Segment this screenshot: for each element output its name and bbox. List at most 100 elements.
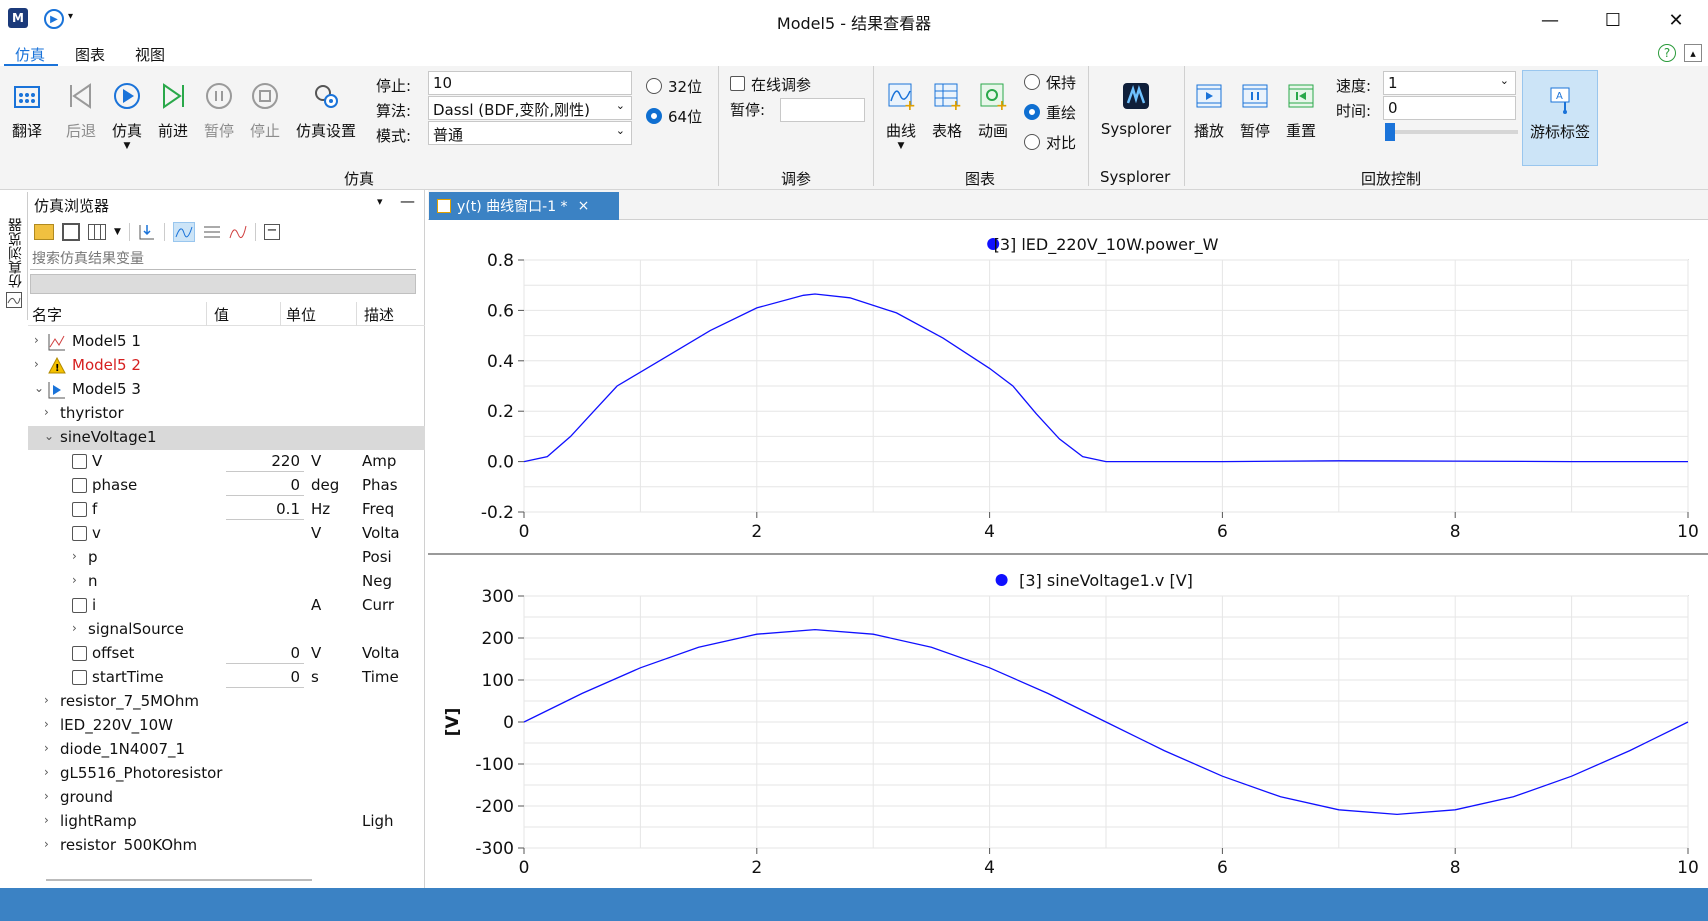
expand-arrow-icon[interactable]: ›	[44, 693, 49, 707]
time-slider-handle[interactable]	[1385, 123, 1395, 141]
online-tune-checkbox[interactable]	[730, 76, 745, 91]
playback-play-button[interactable]: 播放	[1184, 76, 1234, 141]
variable-search-input[interactable]: 搜索仿真结果变量	[30, 246, 416, 270]
tree-row[interactable]: › n Neg	[28, 570, 425, 594]
collapse-ribbon-icon[interactable]: ▴	[1684, 44, 1702, 62]
tree-row[interactable]: › signalSource	[28, 618, 425, 642]
speed-select[interactable]: 1 ⌄	[1383, 71, 1516, 95]
grid-icon[interactable]	[88, 224, 106, 240]
menu-chart[interactable]: 图表	[75, 44, 105, 65]
stop-time-input[interactable]: 10	[428, 71, 632, 95]
tree-row[interactable]: v V Volta	[28, 522, 425, 546]
tree-row[interactable]: › p Posi	[28, 546, 425, 570]
import-chart-icon[interactable]	[138, 223, 156, 241]
col-divider[interactable]	[206, 302, 207, 326]
curve-filter-icon[interactable]	[172, 222, 195, 242]
expand-arrow-icon[interactable]: ›	[44, 789, 49, 803]
variable-checkbox[interactable]	[72, 526, 87, 541]
plot-voltage[interactable]: -300 -200 -100 0 100 200 300 0 2 4 6 8 10 [3] sineVol…	[428, 556, 1708, 888]
tree-row[interactable]: › lightRamp Ligh	[28, 810, 425, 834]
menu-view[interactable]: 视图	[135, 44, 165, 65]
expand-arrow-icon[interactable]: ›	[34, 333, 39, 347]
close-button[interactable]: ✕	[1650, 0, 1702, 40]
tree-row-value[interactable]: 0	[226, 476, 304, 496]
curve-dropdown-icon[interactable]: ▼	[876, 141, 926, 151]
open-folder-icon[interactable]	[34, 224, 54, 240]
panel-menu-icon[interactable]: ▾	[377, 195, 383, 208]
pause-button[interactable]: 暂停	[194, 76, 244, 141]
tree-row[interactable]: › gL5516_Photoresistor	[28, 762, 425, 786]
sysplorer-button[interactable]: Sysplorer	[1096, 76, 1176, 138]
col-desc[interactable]: 描述	[364, 304, 394, 325]
panel-minimize-icon[interactable]: —	[400, 192, 415, 210]
expand-arrow-icon[interactable]: ⌄	[34, 381, 44, 395]
tree-row[interactable]: startTime 0 s Time	[28, 666, 425, 690]
playback-reset-button[interactable]: 重置	[1276, 76, 1326, 141]
collapse-all-icon[interactable]: −	[263, 224, 280, 240]
grid-dropdown-icon[interactable]: ▼	[114, 227, 121, 237]
expand-arrow-icon[interactable]: ⌄	[44, 429, 54, 443]
variable-checkbox[interactable]	[72, 598, 87, 613]
playback-pause-button[interactable]: 暂停	[1230, 76, 1280, 141]
back-button[interactable]: 后退	[56, 76, 106, 141]
maximize-button[interactable]: ☐	[1587, 0, 1639, 40]
expand-arrow-icon[interactable]: ›	[44, 741, 49, 755]
tree-row[interactable]: › ground	[28, 786, 425, 810]
tree-row-value[interactable]: 0	[226, 668, 304, 688]
tree-row[interactable]: › lED_220V_10W	[28, 714, 425, 738]
time-input[interactable]: 0	[1383, 96, 1516, 120]
menu-simulation[interactable]: 仿真	[15, 44, 45, 65]
sim-settings-button[interactable]: 仿真设置	[294, 76, 358, 141]
simulate-dropdown-icon[interactable]: ▼	[102, 141, 152, 151]
tree-row[interactable]: › resistor_500KOhm	[28, 834, 425, 850]
col-name[interactable]: 名字	[32, 304, 62, 325]
algorithm-select[interactable]: Dassl (BDF,变阶,刚性) ⌄	[428, 96, 632, 120]
tree-row[interactable]: ›! Model5 2	[28, 354, 425, 378]
variable-checkbox[interactable]	[72, 670, 87, 685]
col-divider[interactable]	[356, 302, 357, 326]
tree-row[interactable]: ⌄ Model5 3	[28, 378, 425, 402]
tree-row[interactable]: › Model5 1	[28, 330, 425, 354]
signal-filter-icon[interactable]	[229, 224, 247, 240]
expand-arrow-icon[interactable]: ›	[44, 765, 49, 779]
minimize-button[interactable]: —	[1524, 0, 1576, 40]
redraw-radio[interactable]	[1024, 104, 1040, 120]
expand-arrow-icon[interactable]: ›	[44, 717, 49, 731]
expand-arrow-icon[interactable]: ›	[44, 813, 49, 827]
simulate-button[interactable]: 仿真 ▼	[102, 76, 152, 151]
compare-radio[interactable]	[1024, 134, 1040, 150]
col-value[interactable]: 值	[214, 304, 229, 325]
variable-checkbox[interactable]	[72, 502, 87, 517]
col-unit[interactable]: 单位	[286, 304, 316, 325]
side-tab-sim-browser[interactable]: 仿真浏览器	[0, 192, 28, 320]
tree-row-value[interactable]: 220	[226, 452, 304, 472]
tree-row[interactable]: ⌄ sineVoltage1	[28, 426, 425, 450]
col-divider[interactable]	[280, 302, 281, 326]
tree-row[interactable]: phase 0 deg Phas	[28, 474, 425, 498]
tree-row[interactable]: › resistor_7_5MOhm	[28, 690, 425, 714]
stop-button[interactable]: 停止	[240, 76, 290, 141]
tab-close-icon[interactable]: ×	[578, 198, 590, 214]
tree-row[interactable]: offset 0 V Volta	[28, 642, 425, 666]
translate-button[interactable]: 翻译	[2, 76, 52, 141]
mode-select[interactable]: 普通 ⌄	[428, 121, 632, 145]
expand-arrow-icon[interactable]: ›	[44, 837, 49, 850]
tree-row[interactable]: f 0.1 Hz Freq	[28, 498, 425, 522]
plot-splitter[interactable]	[428, 553, 1708, 555]
tree-row-value[interactable]: 0.1	[226, 500, 304, 520]
expand-arrow-icon[interactable]: ›	[72, 621, 77, 635]
table-button[interactable]: + 表格	[922, 76, 972, 141]
forward-button[interactable]: 前进	[148, 76, 198, 141]
help-icon[interactable]: ?	[1658, 44, 1676, 62]
tree-row-value[interactable]: 0	[226, 644, 304, 664]
tab-plot-window-1[interactable]: y(t) 曲线窗口-1 * ×	[429, 192, 619, 220]
animation-button[interactable]: + 动画	[968, 76, 1018, 141]
expand-arrow-icon[interactable]: ›	[44, 405, 49, 419]
curve-button[interactable]: + 曲线 ▼	[876, 76, 926, 151]
expand-arrow-icon[interactable]: ›	[72, 549, 77, 563]
expand-arrow-icon[interactable]: ›	[72, 573, 77, 587]
list-filter-icon[interactable]	[203, 224, 221, 240]
time-slider[interactable]	[1385, 123, 1518, 141]
variable-checkbox[interactable]	[72, 646, 87, 661]
cursor-label-button[interactable]: A 游标标签	[1522, 70, 1598, 166]
